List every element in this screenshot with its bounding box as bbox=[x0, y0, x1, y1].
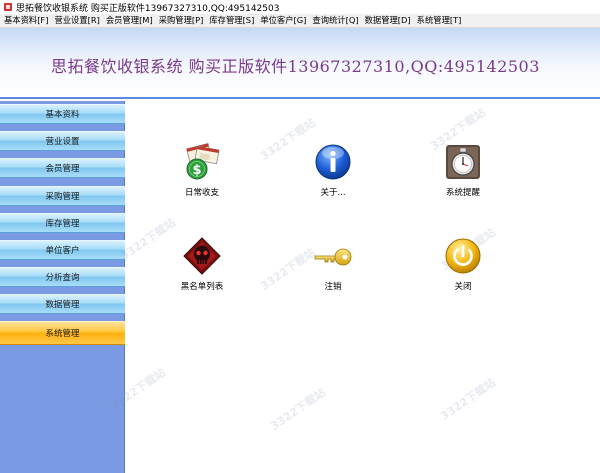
daily-income-icon: $ bbox=[186, 143, 220, 180]
menu-bar: 基本资料[F] 营业设置[R] 会员管理[M] 采购管理[P] 库存管理[S] … bbox=[0, 14, 600, 28]
tile-label: 黑名单列表 bbox=[180, 282, 224, 292]
sidebar-item-purchase-management[interactable]: 采购管理 bbox=[0, 186, 125, 206]
banner-title: 思拓餐饮收银系统 购买正版软件13967327310,QQ:495142503 bbox=[51, 57, 540, 76]
tile-label: 日常收支 bbox=[184, 188, 219, 198]
main-panel: 3322下载站 3322下载站 3322下载站 3322下载站 3322下载站 … bbox=[108, 101, 600, 473]
sidebar-item-business-settings[interactable]: 营业设置 bbox=[0, 131, 125, 151]
header-banner: 思拓餐饮收银系统 购买正版软件13967327310,QQ:495142503 bbox=[0, 28, 600, 99]
menu-system-management[interactable]: 系统管理[T] bbox=[415, 14, 464, 27]
info-icon bbox=[315, 144, 351, 180]
power-icon bbox=[445, 238, 481, 274]
key-icon bbox=[314, 248, 352, 266]
blacklist-skull-icon bbox=[183, 237, 221, 275]
tile-system-reminder[interactable]: 系统提醒 bbox=[413, 142, 513, 198]
sidebar-item-analysis-query[interactable]: 分析查询 bbox=[0, 267, 125, 287]
tile-label: 关闭 bbox=[454, 282, 472, 292]
sidebar-item-basic-data[interactable]: 基本资料 bbox=[0, 104, 125, 124]
tile-about[interactable]: 关于... bbox=[283, 142, 383, 198]
sidebar-item-system-management[interactable]: 系统管理 bbox=[0, 321, 125, 345]
window-title: 思拓餐饮收银系统 购买正版软件13967327310,QQ:495142503 bbox=[16, 3, 280, 14]
stopwatch-icon bbox=[446, 145, 480, 179]
menu-business-settings[interactable]: 营业设置[R] bbox=[52, 14, 101, 27]
menu-purchase-management[interactable]: 采购管理[P] bbox=[157, 14, 206, 27]
window-titlebar: 思拓餐饮收银系统 购买正版软件13967327310,QQ:495142503 bbox=[0, 0, 600, 14]
menu-query-statistics[interactable]: 查询统计[Q] bbox=[310, 14, 360, 27]
svg-text:$: $ bbox=[192, 163, 201, 178]
sidebar-item-member-management[interactable]: 会员管理 bbox=[0, 158, 125, 178]
tile-label: 系统提醒 bbox=[445, 188, 480, 198]
menu-basic-data[interactable]: 基本资料[F] bbox=[2, 14, 50, 27]
menu-data-management[interactable]: 数据管理[D] bbox=[363, 14, 413, 27]
menu-inventory-management[interactable]: 库存管理[S] bbox=[207, 14, 256, 27]
sidebar: 基本资料 营业设置 会员管理 采购管理 库存管理 单位客户 分析查询 数据管理 … bbox=[0, 101, 125, 473]
watermark: 3322下载站 bbox=[268, 385, 328, 433]
menu-unit-customers[interactable]: 单位客户[G] bbox=[258, 14, 308, 27]
tile-logout[interactable]: 注销 bbox=[283, 236, 383, 292]
sidebar-item-inventory-management[interactable]: 库存管理 bbox=[0, 213, 125, 233]
sidebar-item-data-management[interactable]: 数据管理 bbox=[0, 294, 125, 314]
tile-label: 注销 bbox=[324, 282, 342, 292]
watermark: 3322下载站 bbox=[438, 375, 498, 423]
app-icon bbox=[3, 2, 13, 12]
menu-member-management[interactable]: 会员管理[M] bbox=[104, 14, 155, 27]
tile-label: 关于... bbox=[320, 188, 346, 198]
tile-close[interactable]: 关闭 bbox=[413, 236, 513, 292]
tile-daily-income[interactable]: $ 日常收支 bbox=[152, 142, 252, 198]
tile-blacklist[interactable]: 黑名单列表 bbox=[152, 236, 252, 292]
sidebar-item-unit-customers[interactable]: 单位客户 bbox=[0, 240, 125, 260]
